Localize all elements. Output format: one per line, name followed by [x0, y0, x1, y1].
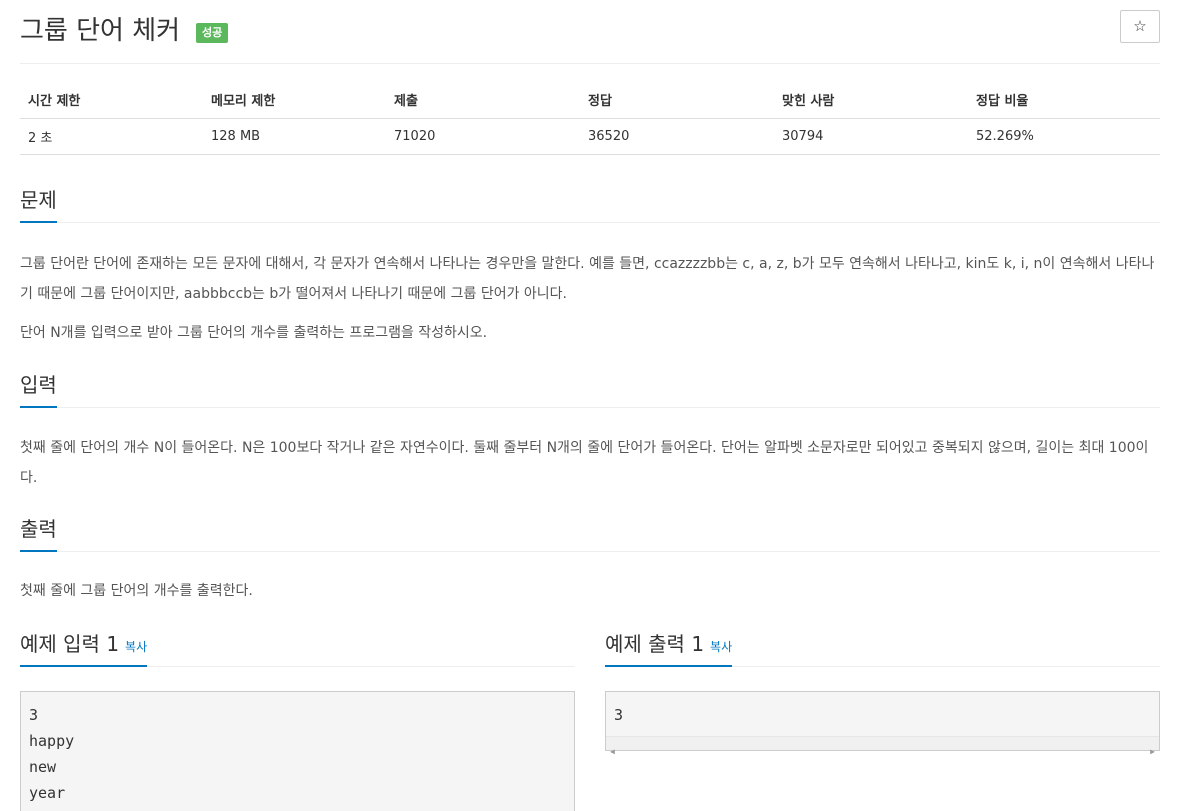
problem-task: 단어 N개를 입력으로 받아 그룹 단어의 개수를 출력하는 프로그램을 작성하…	[20, 325, 488, 341]
star-icon: ☆	[1133, 17, 1147, 35]
sample-output-line: 3	[614, 706, 624, 724]
input-heading: 입력	[20, 369, 57, 408]
sample-input-title: 예제 입력 1	[20, 632, 120, 656]
stats-value-accepted: 36520	[580, 118, 774, 155]
sample-output-heading: 예제 출력 1 복사	[605, 628, 733, 667]
stats-value-time-limit: 2 초	[20, 118, 203, 155]
sample-input-box[interactable]: 3 happy new year	[20, 691, 575, 811]
stats-header-row: 시간 제한 메모리 제한 제출 정답 맞힌 사람 정답 비율	[20, 82, 1160, 119]
problem-page: 그룹 단어 체커 성공 ☆ 시간 제한 메모리 제한 제출 정답 맞힌 사람 정…	[20, 0, 1160, 811]
sample-input-header: 예제 입력 1 복사	[20, 628, 575, 667]
title-row: 그룹 단어 체커 성공 ☆	[20, 0, 1160, 64]
problem-section-header: 문제	[20, 184, 1160, 223]
scroll-left-icon[interactable]: ◀	[610, 739, 615, 765]
sample-input-line: happy	[29, 732, 75, 750]
page-title: 그룹 단어 체커	[20, 16, 181, 46]
input-section-header: 입력	[20, 369, 1160, 408]
stats-value-memory-limit: 128 MB	[203, 118, 386, 155]
stats-header-submissions: 제출	[386, 82, 580, 119]
stats-table: 시간 제한 메모리 제한 제출 정답 맞힌 사람 정답 비율 2 초 128 M…	[20, 82, 1160, 155]
status-badge: 성공	[196, 23, 229, 43]
output-heading: 출력	[20, 513, 57, 552]
sample-input-line: 3	[29, 706, 39, 724]
input-description: 첫째 줄에 단어의 개수 N이 들어온다. N은 100보다 작거나 같은 자연…	[20, 440, 1149, 486]
stats-value-row: 2 초 128 MB 71020 36520 30794 52.269%	[20, 118, 1160, 155]
sample-output-header: 예제 출력 1 복사	[605, 628, 1160, 667]
copy-sample-input-link[interactable]: 복사	[125, 640, 147, 654]
horizontal-scrollbar[interactable]: ◀ ▶	[606, 736, 1159, 756]
sample-output-title: 예제 출력 1	[605, 632, 705, 656]
stats-header-solvers: 맞힌 사람	[774, 82, 968, 119]
stats-value-accept-ratio: 52.269%	[968, 118, 1160, 155]
stats-value-solvers: 30794	[774, 118, 968, 155]
copy-sample-output-link[interactable]: 복사	[710, 640, 732, 654]
output-description: 첫째 줄에 그룹 단어의 개수를 출력한다.	[20, 583, 253, 599]
favorite-button[interactable]: ☆	[1120, 10, 1160, 43]
sample-input-line: new	[29, 758, 57, 776]
problem-description: 그룹 단어란 단어에 존재하는 모든 문자에 대해서, 각 문자가 연속해서 나…	[20, 256, 1155, 302]
sample-input-line: year	[29, 784, 66, 802]
stats-value-submissions: 71020	[386, 118, 580, 155]
sample-input-heading: 예제 입력 1 복사	[20, 628, 148, 667]
scroll-right-icon[interactable]: ▶	[1150, 739, 1155, 765]
stats-header-memory-limit: 메모리 제한	[203, 82, 386, 119]
stats-header-accepted: 정답	[580, 82, 774, 119]
sample-output-box[interactable]: 3 ◀ ▶	[605, 691, 1160, 756]
stats-header-time-limit: 시간 제한	[20, 82, 203, 119]
output-section-header: 출력	[20, 513, 1160, 552]
problem-heading: 문제	[20, 184, 57, 223]
stats-header-accept-ratio: 정답 비율	[968, 82, 1160, 119]
